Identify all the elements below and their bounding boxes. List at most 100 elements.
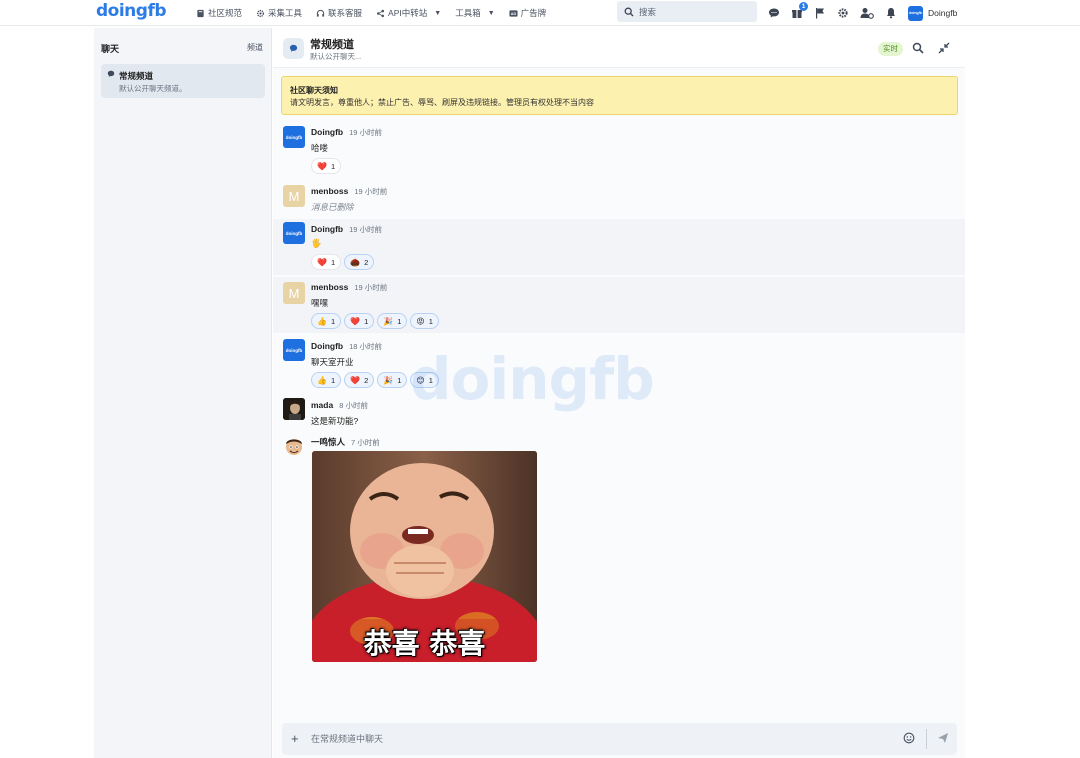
reaction-count: 1	[428, 316, 433, 326]
message-author: Doingfb 18 小时前	[311, 341, 382, 352]
chat-message: mada 8 小时前 这是新功能?	[273, 394, 965, 430]
chat-main: 常规频道 默认公开聊天... 实时 社区聊天须知 请文明发言，尊重他人；禁止广告…	[273, 28, 965, 758]
user-toolbar: 1 doingfb Doingfb	[768, 0, 957, 26]
user-menu[interactable]: doingfb Doingfb	[908, 5, 958, 21]
search-icon	[624, 7, 634, 16]
share-icon	[377, 9, 385, 17]
channels-link[interactable]: 频道	[247, 42, 263, 53]
gif-image[interactable]: 恭喜 恭喜	[312, 451, 537, 662]
reaction-count: 1	[397, 316, 402, 326]
reaction-emoji: ❤️	[317, 161, 327, 171]
reaction-pill[interactable]: ❤️ 1	[344, 313, 375, 329]
search-icon[interactable]	[912, 42, 924, 54]
author-name[interactable]: Doingfb	[311, 224, 343, 234]
collapse-icon[interactable]	[938, 42, 950, 54]
reaction-emoji: 😡	[416, 316, 425, 326]
avatar[interactable]	[283, 398, 305, 420]
nav-item-label: 广告牌	[520, 8, 547, 18]
live-badge: 实时	[878, 42, 903, 56]
message-text: 聊天室开业	[311, 357, 354, 367]
author-name[interactable]: menboss	[311, 282, 348, 292]
author-name[interactable]: menboss	[311, 186, 348, 196]
reaction-count: 1	[330, 316, 336, 326]
reaction-pill[interactable]: 👍 1	[311, 372, 342, 388]
reaction-pill[interactable]: 😡 1	[410, 313, 439, 329]
avatar[interactable]: doingfb	[283, 222, 305, 244]
gif-caption: 恭喜 恭喜	[363, 627, 486, 660]
notice-title: 社区聊天须知	[290, 86, 338, 95]
reaction-count: 1	[364, 316, 369, 326]
chat-message: doingfb Doingfb 19 小时前 🖐 ❤️ 1 🌰 2	[273, 219, 965, 275]
message-author: Doingfb 19 小时前	[311, 127, 382, 138]
chat-icon[interactable]	[768, 7, 780, 19]
avatar[interactable]: doingfb	[283, 126, 305, 148]
author-name[interactable]: 一鸣惊人	[311, 437, 345, 447]
nav-item-label: 联系客服	[328, 8, 363, 18]
reaction-emoji: 😊	[416, 375, 425, 385]
avatar[interactable]: M	[283, 282, 305, 304]
flag-icon[interactable]	[814, 7, 826, 19]
username: Doingfb	[928, 8, 958, 18]
reaction-pill[interactable]: 🌰 2	[344, 254, 375, 270]
reaction-pill[interactable]: ❤️ 1	[311, 158, 342, 174]
user-photo	[283, 398, 305, 420]
reaction-count: 1	[330, 161, 336, 171]
user-avatar: doingfb	[908, 5, 923, 21]
reaction-pill[interactable]: 👍 1	[311, 313, 342, 329]
reaction-pill[interactable]: ❤️ 1	[311, 254, 342, 270]
reaction-count: 1	[330, 375, 336, 385]
nav-item-contact-support[interactable]: 联系客服	[316, 7, 362, 19]
message-author: menboss 19 小时前	[311, 282, 387, 293]
reaction-pill[interactable]: 🎉 1	[377, 313, 408, 329]
reaction-pill[interactable]: 🎉 1	[377, 372, 408, 388]
reaction-count: 2	[364, 257, 369, 267]
reaction-count: 1	[397, 375, 402, 385]
reaction-count: 2	[364, 375, 369, 385]
reaction-count: 1	[428, 375, 433, 385]
gift-button[interactable]: 1	[791, 2, 808, 19]
message-time: 19 小时前	[349, 225, 383, 234]
sidebar-channel-general[interactable]: 常规频道 默认公开聊天频道。	[101, 64, 265, 98]
reaction-pill[interactable]: ❤️ 2	[344, 372, 375, 388]
message-author: 一鸣惊人 7 小时前	[311, 436, 380, 448]
avatar[interactable]	[283, 435, 305, 457]
nav-item-toolbox[interactable]: 工具箱 ▼	[455, 7, 494, 19]
nav-item-billboard[interactable]: AD 广告牌	[509, 7, 547, 19]
avatar[interactable]: doingfb	[283, 339, 305, 361]
reaction-bar: 👍 1 ❤️ 1 🎉 1 😡 1	[311, 313, 439, 329]
channel-header: 常规频道 默认公开聊天... 实时	[273, 28, 965, 68]
send-icon[interactable]	[937, 732, 949, 744]
message-time: 18 小时前	[349, 342, 383, 351]
chat-message: M menboss 19 小时前 消息已删除	[273, 182, 965, 217]
author-name[interactable]: mada	[311, 400, 333, 410]
search-box[interactable]: 搜索	[617, 1, 757, 22]
reaction-emoji: 🎉	[383, 375, 394, 385]
nav-item-collect-tools[interactable]: 采集工具	[256, 7, 302, 19]
user-settings-icon[interactable]	[860, 7, 874, 19]
reaction-pill[interactable]: 😊 1	[410, 372, 439, 388]
headset-icon	[316, 9, 325, 17]
bell-icon[interactable]	[885, 7, 897, 19]
chevron-down-icon: ▼	[434, 9, 442, 17]
author-name[interactable]: Doingfb	[311, 127, 343, 137]
nav-item-community-rules[interactable]: 社区规范	[196, 7, 242, 19]
reaction-bar: 👍 1 ❤️ 2 🎉 1 😊 1	[311, 372, 439, 388]
avatar[interactable]: M	[283, 185, 305, 207]
notification-badge: 1	[799, 2, 808, 11]
message-time: 19 小时前	[354, 187, 388, 196]
emoji-icon[interactable]	[903, 732, 915, 744]
plus-icon[interactable]: +	[291, 731, 299, 746]
message-author: mada 8 小时前	[311, 400, 368, 411]
nav-item-label: API中转站	[388, 8, 428, 18]
settings-icon[interactable]	[837, 7, 849, 19]
site-logo[interactable]: doingfb	[96, 1, 167, 21]
sidebar-title: 聊天	[101, 44, 120, 54]
reaction-emoji: 👍	[317, 316, 327, 326]
channel-name: 常规频道	[119, 71, 154, 81]
message-text: 哈喽	[311, 143, 329, 153]
reaction-emoji: ❤️	[350, 375, 361, 385]
message-input[interactable]	[311, 730, 871, 748]
nav-item-label: 社区规范	[208, 8, 243, 18]
nav-item-api-relay[interactable]: API中转站 ▼	[376, 7, 441, 19]
author-name[interactable]: Doingfb	[311, 341, 343, 351]
